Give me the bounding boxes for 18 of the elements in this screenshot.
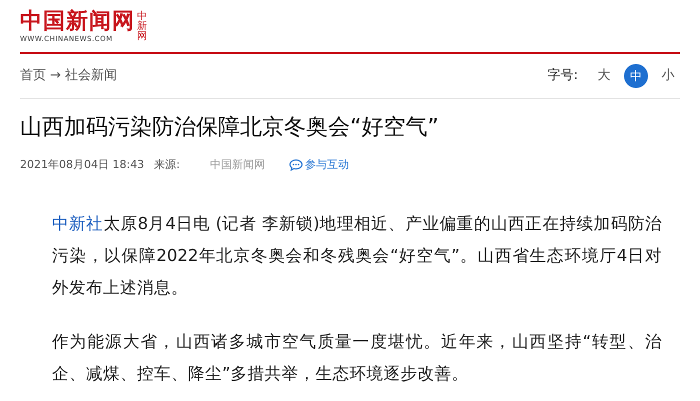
breadcrumb-separator: → [50,67,61,86]
source-name: 中国新闻网 [210,157,265,173]
logo-wordmark: 中国新闻网 [20,8,135,34]
font-size-option[interactable]: 大 [592,64,616,88]
font-size-label: 字号: [548,67,578,86]
font-size-option[interactable]: 小 [656,64,680,88]
article-paragraph: 中新社太原8月4日电 (记者 李新锁)地理相近、产业偏重的山西正在持续加码防治污染，以保障2022年北京冬奥会和冬残奥会“好空气”。山西省生态环境厅4日对外发布上述消息。 [52,212,662,298]
publish-date: 2021年08月04日 18:43 [20,157,144,173]
article-paragraph: 作为能源大省，山西诸多城市空气质量一度堪忧。近年来，山西坚持“转型、治企、减煤、控车、降尘”多措共举，生态环境逐步改善。 [52,330,662,384]
breadcrumb-link[interactable]: 首页 [20,66,46,86]
chat-bubble-icon [288,159,303,172]
font-size-option[interactable]: 中 [624,64,648,88]
interact-button[interactable]: 参与互动 [288,157,349,174]
agency-link[interactable]: 中新社 [52,214,104,232]
source-label: 来源: [154,157,180,173]
logo-subtitle: 中新网 [137,12,147,42]
article-title: 山西加码污染防治保障北京冬奥会“好空气” [20,114,440,142]
breadcrumb-link[interactable]: 社会新闻 [64,66,117,86]
